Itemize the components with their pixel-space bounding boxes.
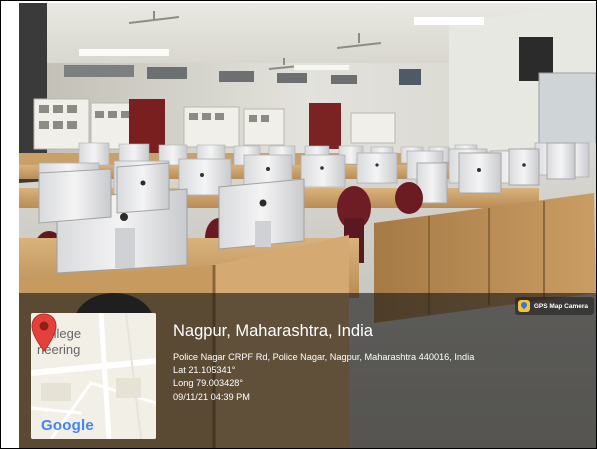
- address-line: Police Nagar CRPF Rd, Police Nagar, Nagp…: [173, 352, 475, 362]
- latitude-line: Lat 21.105341°: [173, 365, 236, 376]
- map-thumbnail: College neering Google: [31, 313, 156, 439]
- map-pin-icon: [31, 313, 57, 352]
- google-logo: Google: [41, 417, 94, 434]
- gps-info-block: Nagpur, Maharashtra, India Police Nagar …: [173, 321, 593, 404]
- gps-map-camera-badge: GPS Map Camera: [514, 297, 594, 315]
- gps-camera-app-icon: [517, 300, 530, 312]
- timestamp-line: 09/11/21 04:39 PM: [173, 391, 250, 402]
- google-logo-text: Google: [41, 417, 94, 434]
- image-frame: GPS Map Camera College neering Google Na…: [0, 0, 597, 449]
- longitude-line: Long 79.003428°: [173, 378, 244, 389]
- location-title: Nagpur, Maharashtra, India: [173, 322, 373, 340]
- gps-camera-label: GPS Map Camera: [533, 302, 588, 310]
- computer-lab-photo: GPS Map Camera College neering Google Na…: [19, 3, 596, 448]
